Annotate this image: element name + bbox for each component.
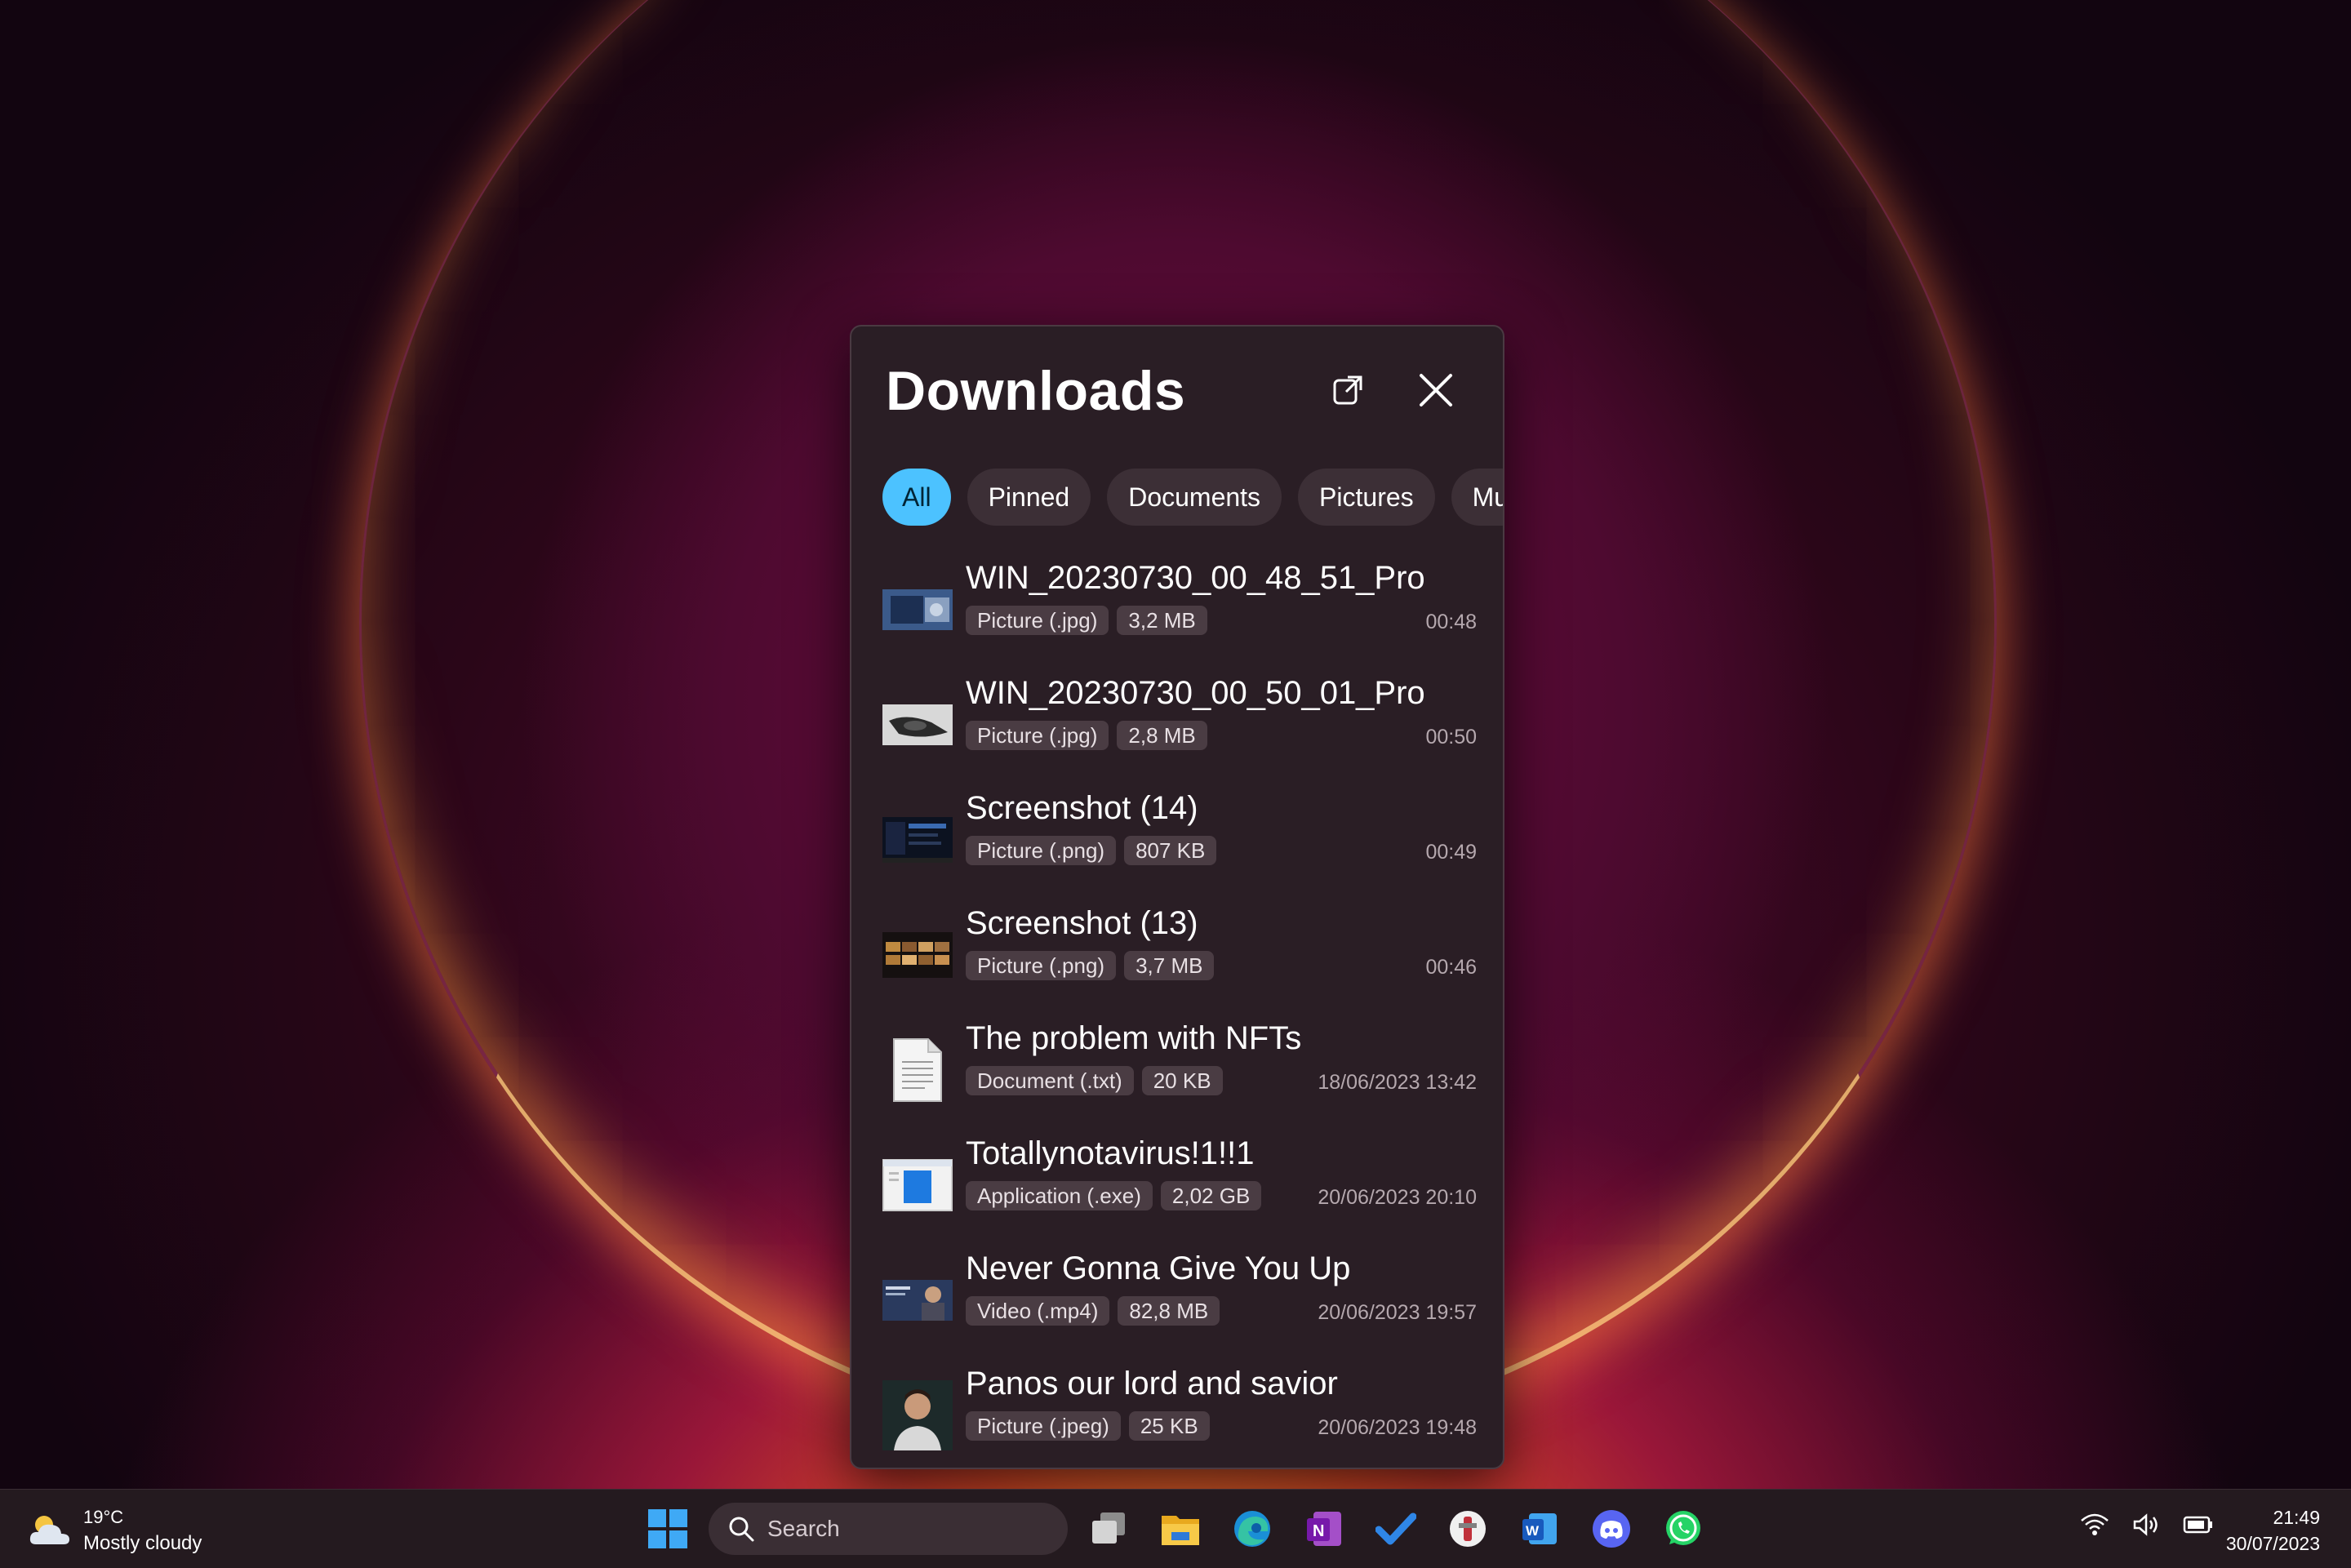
filter-documents[interactable]: Documents [1107,469,1282,526]
download-time: 00:48 [1425,611,1477,633]
system-tray [2080,1512,2214,1537]
file-name: Screenshot (13) [966,905,1198,941]
file-name: Never Gonna Give You Up [966,1250,1351,1286]
download-item[interactable]: WIN_20230730_00_48_51_Pro Picture (.jpg)… [851,552,1503,667]
app-icon[interactable] [1447,1508,1489,1550]
download-item[interactable]: Screenshot (14) Picture (.png) 807 KB 00… [851,782,1503,897]
file-type-badge: Video (.mp4) [966,1296,1110,1326]
file-size-badge: 25 KB [1128,1411,1210,1441]
file-name: The problem with NFTs [966,1020,1302,1056]
downloads-panel: Downloads All Pinned Documents Pictures … [850,325,1504,1469]
weather-widget[interactable]: 19°C Mostly cloudy [28,1506,202,1555]
word-icon[interactable]: W [1518,1508,1561,1550]
file-size-badge: 3,7 MB [1124,951,1215,980]
file-type-badge: Picture (.jpg) [966,721,1109,750]
text-document-icon [882,1035,953,1105]
file-type-badge: Picture (.png) [966,951,1117,980]
battery-icon[interactable] [2183,1515,2214,1535]
volume-icon[interactable] [2132,1512,2160,1537]
clock-date: 30/07/2023 [2225,1533,2320,1554]
filter-pinned[interactable]: Pinned [967,469,1091,526]
download-time: 20/06/2023 19:57 [1318,1301,1477,1324]
weather-temperature: 19°C [83,1507,124,1527]
portrait-photo-icon [882,1380,953,1450]
file-size-badge: 807 KB [1124,836,1217,865]
file-name: Panos our lord and savior [966,1366,1338,1401]
download-time: 00:50 [1425,726,1477,748]
file-explorer-icon[interactable] [1159,1508,1202,1550]
start-button[interactable] [648,1509,687,1548]
discord-icon[interactable] [1590,1508,1633,1550]
download-item[interactable]: Totallynotavirus!1!!1 Application (.exe)… [851,1127,1503,1242]
filter-chips: All Pinned Documents Pictures Music [882,469,1503,527]
clock[interactable]: 21:49 30/07/2023 [2226,1504,2320,1557]
close-button[interactable] [1411,366,1460,415]
download-time: 18/06/2023 13:42 [1318,1071,1477,1094]
clock-time: 21:49 [2273,1507,2320,1528]
taskbar: 19°C Mostly cloudy Search N W 21:49 30/0… [0,1489,2351,1568]
download-item[interactable]: WIN_20230730_00_50_01_Pro Picture (.jpg)… [851,667,1503,782]
file-name: WIN_20230730_00_48_51_Pro [966,560,1425,596]
wifi-icon[interactable] [2080,1512,2109,1537]
panel-title: Downloads [886,360,1186,422]
todo-icon[interactable] [1375,1508,1417,1550]
file-type-badge: Document (.txt) [966,1066,1134,1095]
svg-text:W: W [1526,1523,1540,1539]
task-view-icon[interactable] [1087,1508,1130,1550]
application-icon [882,1150,953,1220]
svg-text:N: N [1313,1522,1324,1540]
download-item[interactable]: Never Gonna Give You Up Video (.mp4) 82,… [851,1242,1503,1357]
file-name: WIN_20230730_00_50_01_Pro [966,675,1425,711]
file-size-badge: 2,8 MB [1117,721,1207,750]
download-time: 20/06/2023 19:48 [1318,1416,1477,1439]
filter-all[interactable]: All [882,469,951,526]
file-size-badge: 20 KB [1141,1066,1223,1095]
file-name: Screenshot (14) [966,790,1198,826]
download-time: 00:49 [1425,841,1477,864]
windows-logo-icon [648,1509,687,1548]
onenote-icon[interactable]: N [1303,1508,1345,1550]
photo-desk-icon [882,575,953,645]
file-type-badge: Application (.exe) [966,1181,1153,1210]
video-thumbnail-icon [882,1265,953,1335]
download-time: 20/06/2023 20:10 [1318,1186,1477,1209]
weather-description: Mostly cloudy [83,1532,202,1554]
external-link-icon [1333,375,1362,405]
download-time: 00:46 [1425,956,1477,979]
screenshot-dark-icon [882,805,953,875]
file-size-badge: 3,2 MB [1117,606,1207,635]
download-item[interactable]: Panos our lord and savior Picture (.jpeg… [851,1357,1503,1468]
close-icon [1420,374,1452,406]
photo-object-icon [882,690,953,760]
whatsapp-icon[interactable] [1662,1508,1704,1550]
open-in-window-button[interactable] [1323,366,1372,415]
download-item[interactable]: The problem with NFTs Document (.txt) 20… [851,1012,1503,1127]
filter-music[interactable]: Music [1451,469,1503,526]
file-type-badge: Picture (.jpg) [966,606,1109,635]
search-icon [729,1517,754,1542]
file-type-badge: Picture (.jpeg) [966,1411,1121,1441]
cloud-sun-icon [29,1516,69,1544]
file-size-badge: 82,8 MB [1118,1296,1220,1326]
filter-pictures[interactable]: Pictures [1298,469,1435,526]
file-size-badge: 2,02 GB [1160,1181,1262,1210]
download-item[interactable]: Screenshot (13) Picture (.png) 3,7 MB 00… [851,897,1503,1012]
screenshot-grid-icon [882,920,953,990]
taskbar-search[interactable]: Search [709,1503,1068,1555]
file-type-badge: Picture (.png) [966,836,1117,865]
downloads-list: WIN_20230730_00_48_51_Pro Picture (.jpg)… [851,552,1503,1468]
file-name: Totallynotavirus!1!!1 [966,1135,1255,1171]
edge-icon[interactable] [1231,1508,1273,1550]
search-label: Search [767,1516,840,1541]
